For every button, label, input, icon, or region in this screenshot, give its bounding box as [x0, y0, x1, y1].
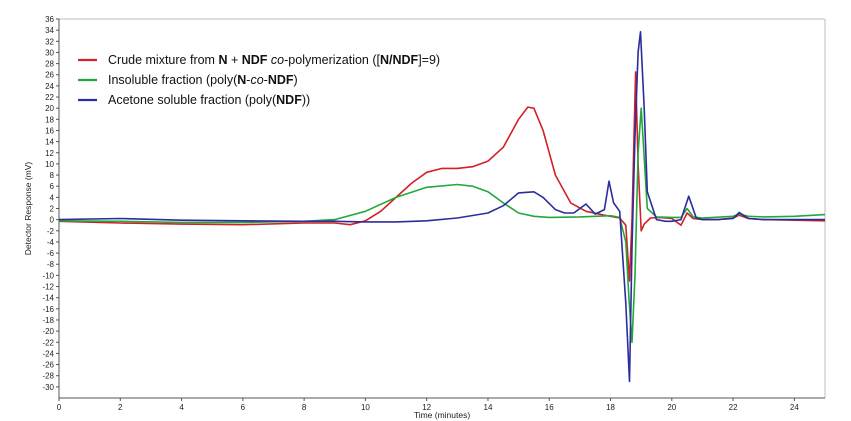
x-tick-label: 0 [57, 403, 62, 412]
y-tick-label: -18 [42, 316, 54, 325]
y-tick-label: 36 [45, 15, 54, 24]
y-tick-label: -6 [47, 249, 55, 258]
y-tick-label: 28 [45, 60, 54, 69]
y-tick-label: 22 [45, 93, 54, 102]
legend-entry-2: Insoluble fraction (poly(N-co-NDF) [108, 73, 298, 87]
x-tick-label: 10 [361, 403, 370, 412]
legend-entry-1: Crude mixture from N + NDF co-polymeriza… [108, 53, 440, 67]
x-tick-label: 22 [729, 403, 738, 412]
y-tick-label: -12 [42, 283, 54, 292]
y-tick-label: 4 [50, 193, 55, 202]
y-tick-label: 32 [45, 37, 54, 46]
y-axis-label: Detector Response (mV) [23, 162, 33, 256]
y-tick-label: -22 [42, 338, 54, 347]
x-tick-label: 16 [545, 403, 554, 412]
x-tick-label: 24 [790, 403, 799, 412]
legend: Crude mixture from N + NDF co-polymeriza… [78, 53, 440, 107]
y-tick-label: 18 [45, 115, 54, 124]
chart-canvas: 363432302826242220181614121086420-2-4-6-… [23, 15, 826, 420]
x-tick-label: 6 [241, 403, 246, 412]
y-tick-label: 26 [45, 71, 54, 80]
x-axis-label: Time (minutes) [414, 410, 471, 420]
x-tick-label: 4 [179, 403, 184, 412]
y-tick-label: -4 [47, 238, 55, 247]
y-tick-label: -10 [42, 271, 54, 280]
y-tick-label: 34 [45, 26, 54, 35]
y-tick-label: 6 [50, 182, 55, 191]
y-tick-label: -14 [42, 294, 54, 303]
y-tick-label: -30 [42, 383, 54, 392]
y-tick-label: 16 [45, 126, 54, 135]
y-tick-label: -8 [47, 260, 55, 269]
x-tick-label: 8 [302, 403, 307, 412]
y-tick-label: 8 [50, 171, 55, 180]
legend-entry-3: Acetone soluble fraction (poly(NDF)) [108, 93, 310, 107]
y-tick-label: 20 [45, 104, 54, 113]
y-tick-label: 30 [45, 48, 54, 57]
x-tick-label: 18 [606, 403, 615, 412]
y-tick-label: 12 [45, 149, 54, 158]
y-tick-label: 10 [45, 160, 54, 169]
y-tick-label: 0 [50, 216, 55, 225]
x-tick-label: 14 [484, 403, 493, 412]
series-line-2 [58, 107, 826, 344]
y-tick-label: -26 [42, 361, 54, 370]
y-tick-label: 2 [50, 205, 55, 214]
y-tick-label: -16 [42, 305, 54, 314]
x-tick-label: 2 [118, 403, 123, 412]
y-tick-label: -28 [42, 372, 54, 381]
y-axis: 363432302826242220181614121086420-2-4-6-… [42, 15, 59, 392]
y-tick-label: -20 [42, 327, 54, 336]
x-tick-label: 20 [667, 403, 676, 412]
y-tick-label: 24 [45, 82, 54, 91]
y-tick-label: -24 [42, 349, 54, 358]
y-tick-label: -2 [47, 227, 55, 236]
y-tick-label: 14 [45, 138, 54, 147]
